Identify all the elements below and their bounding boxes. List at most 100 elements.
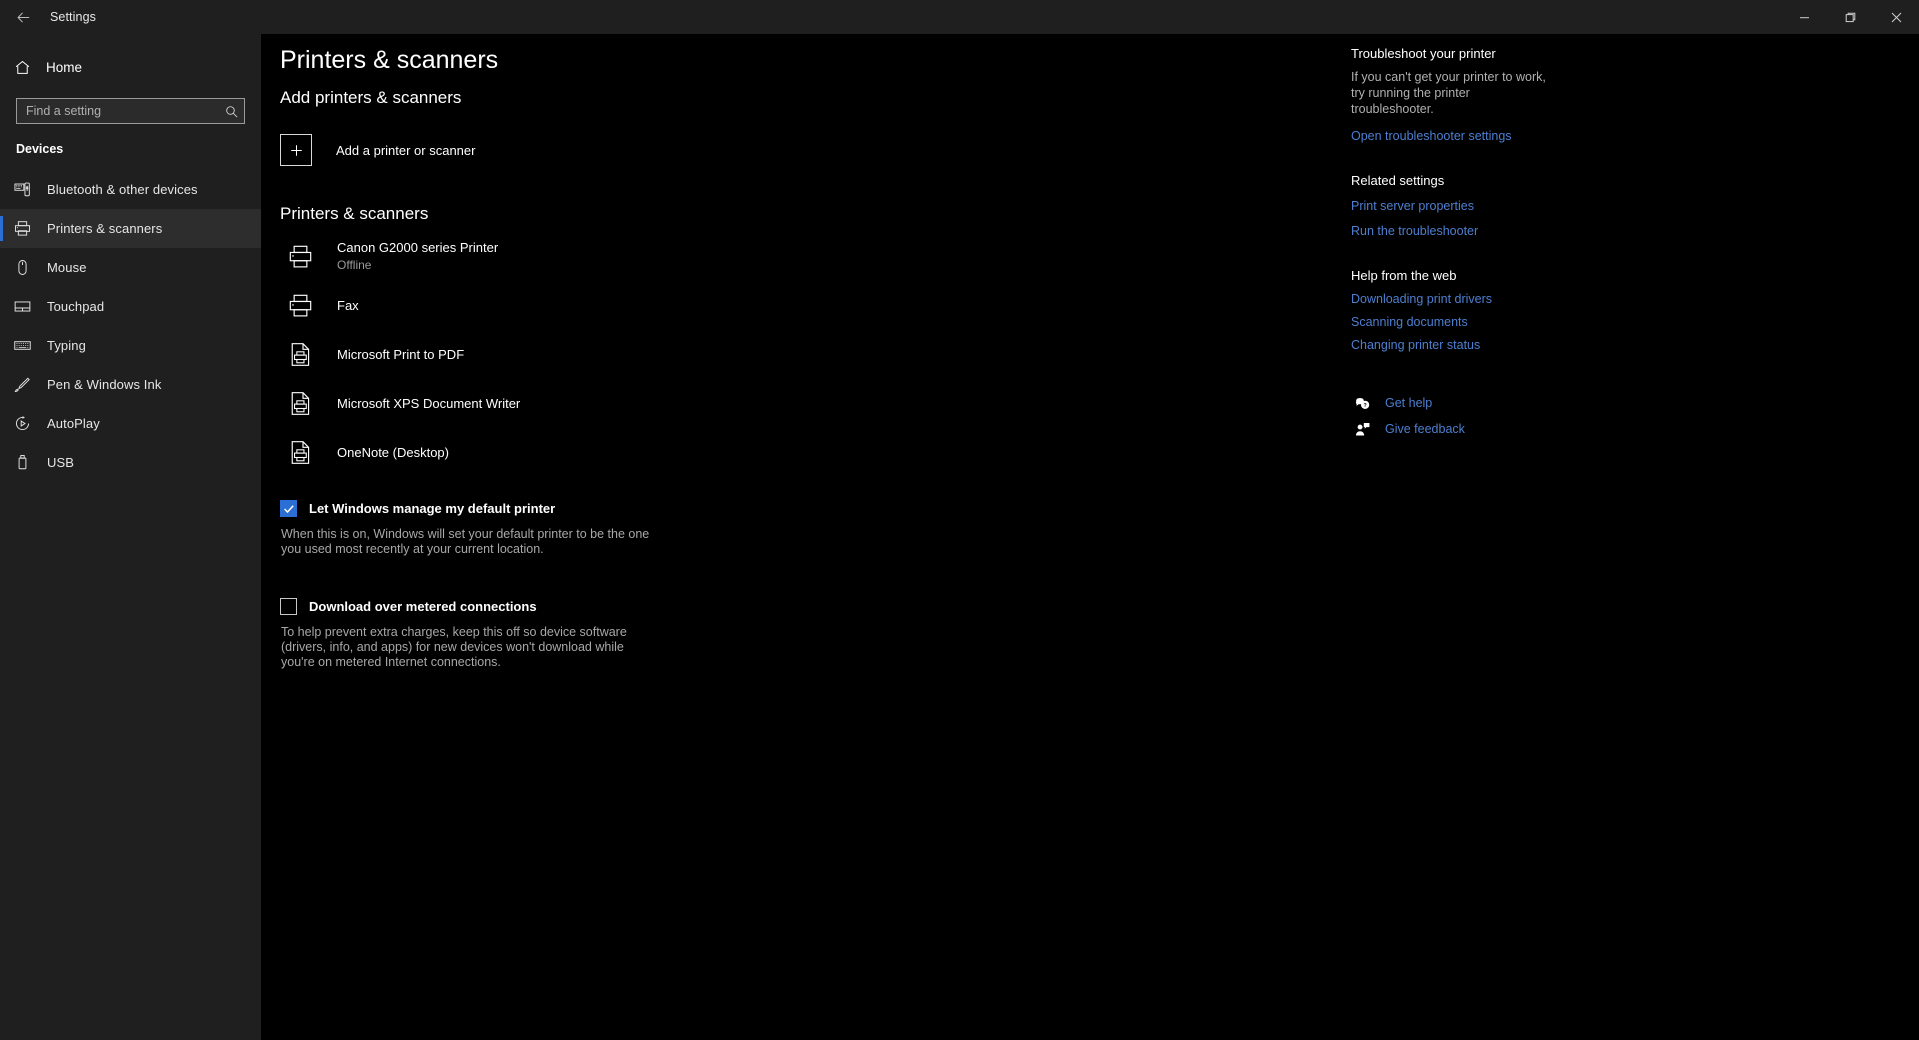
print-to-file-icon: [283, 391, 317, 416]
list-item-text: OneNote (Desktop): [337, 445, 449, 461]
maximize-button[interactable]: [1827, 0, 1873, 34]
list-item[interactable]: Fax: [280, 281, 520, 330]
search-box[interactable]: [16, 98, 245, 124]
related-settings-block: Related settings Print server properties…: [1351, 173, 1601, 238]
search-input[interactable]: [17, 99, 218, 123]
printer-name: Microsoft Print to PDF: [337, 346, 465, 362]
printers-section: Printers & scanners Canon G2000 series P…: [280, 204, 520, 477]
metered-description: To help prevent extra charges, keep this…: [281, 625, 627, 669]
touchpad-icon: [14, 298, 40, 315]
printer-icon: [14, 220, 40, 237]
metered-checkbox-row[interactable]: Download over metered connections: [280, 598, 653, 615]
sidebar-item-label: AutoPlay: [47, 416, 100, 431]
sidebar-item-usb[interactable]: USB: [0, 443, 261, 482]
pen-icon: [14, 376, 40, 393]
checkmark-icon: [283, 504, 294, 513]
sidebar-item-mouse[interactable]: Mouse: [0, 248, 261, 287]
downloading-print-drivers-link[interactable]: Downloading print drivers: [1351, 292, 1601, 306]
printer-name: Fax: [337, 297, 359, 313]
default-printer-label: Let Windows manage my default printer: [309, 501, 556, 516]
usb-icon: [14, 454, 40, 471]
add-section-title: Add printers & scanners: [280, 88, 462, 107]
default-printer-description: When this is on, Windows will set your d…: [281, 527, 650, 556]
home-label: Home: [46, 59, 83, 75]
print-server-properties-link[interactable]: Print server properties: [1351, 199, 1601, 213]
sidebar-item-label: Bluetooth & other devices: [47, 182, 198, 197]
printer-icon: [283, 244, 317, 269]
add-printer-label: Add a printer or scanner: [336, 142, 476, 158]
back-arrow-icon: [16, 11, 29, 23]
panel-footer: ? Get help Give feedback: [1351, 390, 1601, 442]
svg-text:?: ?: [1363, 402, 1366, 408]
title-bar: Settings: [0, 0, 1919, 34]
plus-icon: [280, 134, 312, 166]
sidebar-item-label: Mouse: [47, 260, 87, 275]
get-help-link[interactable]: ? Get help: [1351, 390, 1601, 416]
printer-name: Microsoft XPS Document Writer: [337, 395, 521, 411]
sidebar-item-bluetooth-other-devices[interactable]: Bluetooth & other devices: [0, 170, 261, 209]
sidebar-nav: Bluetooth & other devices Printers & sca…: [0, 170, 261, 482]
troubleshoot-block: Troubleshoot your printer If you can't g…: [1351, 46, 1601, 143]
sidebar-group-header: Devices: [16, 142, 64, 156]
default-printer-setting: Let Windows manage my default printer Wh…: [280, 500, 653, 557]
troubleshoot-header: Troubleshoot your printer: [1351, 46, 1496, 61]
autoplay-icon: [14, 415, 40, 432]
mouse-icon: [14, 259, 40, 276]
home-icon: [14, 59, 40, 76]
printer-icon: [283, 293, 317, 318]
list-item[interactable]: Microsoft Print to PDF: [280, 330, 520, 379]
print-to-file-icon: [283, 342, 317, 367]
give-feedback-link[interactable]: Give feedback: [1351, 416, 1601, 442]
changing-printer-status-link[interactable]: Changing printer status: [1351, 338, 1601, 352]
sidebar-item-pen-windows-ink[interactable]: Pen & Windows Ink: [0, 365, 261, 404]
open-troubleshooter-settings-link[interactable]: Open troubleshooter settings: [1351, 129, 1601, 143]
sidebar-item-printers-scanners[interactable]: Printers & scanners: [0, 209, 261, 248]
list-item[interactable]: OneNote (Desktop): [280, 428, 520, 477]
printers-section-title: Printers & scanners: [280, 204, 429, 223]
metered-setting: Download over metered connections To hel…: [280, 598, 653, 670]
list-item-text: Microsoft Print to PDF: [337, 347, 464, 363]
list-item-text: Microsoft XPS Document Writer: [337, 396, 520, 412]
close-button[interactable]: [1873, 0, 1919, 34]
help-from-web-header: Help from the web: [1351, 268, 1457, 283]
related-settings-header: Related settings: [1351, 173, 1445, 188]
help-bubble-icon: ?: [1351, 396, 1373, 411]
troubleshoot-body: If you can't get your printer to work, t…: [1351, 70, 1546, 116]
sidebar-item-label: USB: [47, 455, 75, 470]
default-printer-checkbox[interactable]: [280, 500, 297, 517]
window-title: Settings: [50, 10, 96, 24]
scanning-documents-link[interactable]: Scanning documents: [1351, 315, 1601, 329]
close-icon: [1891, 12, 1901, 22]
give-feedback-label: Give feedback: [1385, 422, 1465, 436]
back-button[interactable]: [0, 0, 46, 34]
add-printers-section: Add printers & scanners Add a printer or…: [280, 88, 475, 169]
help-from-web-block: Help from the web Downloading print driv…: [1351, 268, 1601, 352]
bluetooth-devices-icon: [14, 181, 40, 198]
list-item-text: Fax: [337, 298, 359, 314]
sidebar-item-home[interactable]: Home: [0, 48, 261, 86]
minimize-icon: [1799, 16, 1809, 18]
sidebar-item-label: Touchpad: [47, 299, 105, 314]
minimize-button[interactable]: [1781, 0, 1827, 34]
printer-name: Canon G2000 series Printer: [337, 240, 499, 255]
sidebar-item-label: Typing: [47, 338, 86, 353]
printer-name: OneNote (Desktop): [337, 444, 449, 460]
right-panel: Troubleshoot your printer If you can't g…: [1351, 46, 1601, 442]
maximize-icon: [1845, 12, 1855, 22]
sidebar-item-typing[interactable]: Typing: [0, 326, 261, 365]
add-printer-button[interactable]: Add a printer or scanner: [280, 131, 475, 169]
printer-status: Offline: [337, 258, 372, 272]
metered-checkbox[interactable]: [280, 598, 297, 615]
feedback-person-icon: [1351, 422, 1373, 437]
run-the-troubleshooter-link[interactable]: Run the troubleshooter: [1351, 224, 1601, 238]
keyboard-icon: [14, 337, 40, 354]
list-item[interactable]: Microsoft XPS Document Writer: [280, 379, 520, 428]
printer-list: Canon G2000 series Printer Offline Fax M…: [280, 232, 520, 477]
sidebar-item-touchpad[interactable]: Touchpad: [0, 287, 261, 326]
search-icon[interactable]: [218, 105, 244, 118]
list-item[interactable]: Canon G2000 series Printer Offline: [280, 232, 520, 281]
list-item-text: Canon G2000 series Printer Offline: [337, 240, 498, 273]
sidebar-item-autoplay[interactable]: AutoPlay: [0, 404, 261, 443]
default-printer-checkbox-row[interactable]: Let Windows manage my default printer: [280, 500, 653, 517]
sidebar-item-label: Printers & scanners: [47, 221, 163, 236]
